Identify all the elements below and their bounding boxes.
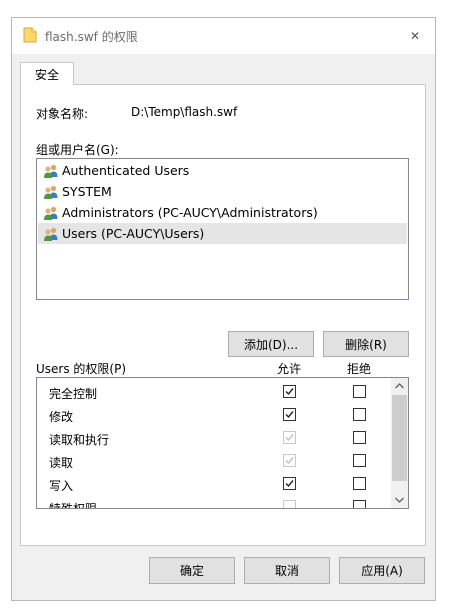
user-group-icon [44,185,58,199]
object-name-value: D:\Temp\flash.swf [131,105,238,119]
permission-row: 写入 [37,473,392,495]
permission-row: 完全控制 [37,381,392,403]
user-item-label: SYSTEM [62,184,112,199]
object-name-label: 对象名称: [36,107,89,121]
scroll-up-arrow[interactable] [391,378,408,394]
permissions-label: Users 的权限(P) [36,362,127,376]
apply-button-label: 应用(A) [361,564,403,578]
user-item-label: Administrators (PC-AUCY\Administrators) [62,205,318,220]
user-item-label: Users (PC-AUCY\Users) [62,226,205,241]
close-icon: ✕ [409,29,421,43]
file-icon [23,27,37,43]
add-button-label: 添加(D)... [243,337,299,352]
apply-button[interactable]: 应用(A) [339,557,425,584]
permission-name: 特殊权限 [49,502,98,509]
permission-name: 读取和执行 [49,433,110,447]
deny-checkbox[interactable] [353,454,366,467]
scrollbar-thumb[interactable] [392,395,407,481]
permissions-list[interactable]: 完全控制修改读取和执行读取写入特殊权限 [36,377,409,509]
deny-checkbox[interactable] [353,500,366,508]
ok-button[interactable]: 确定 [149,557,235,584]
remove-button[interactable]: 删除(R) [323,331,409,357]
permission-name: 写入 [49,479,74,493]
permission-name: 修改 [49,410,74,424]
title-bar[interactable]: flash.swf 的权限 ✕ [12,18,435,54]
allow-checkbox [283,454,296,467]
permission-name: 读取 [49,456,74,470]
user-group-icon [44,227,58,241]
add-button[interactable]: 添加(D)... [228,331,314,357]
user-group-icon [44,206,58,220]
permission-row: 特殊权限 [37,496,392,509]
allow-checkbox [283,500,296,508]
security-panel: 对象名称: D:\Temp\flash.swf 组或用户名(G): Authen… [20,84,426,546]
deny-checkbox[interactable] [353,408,366,421]
chevron-down-icon [395,497,404,503]
ok-button-label: 确定 [179,564,204,578]
user-list[interactable]: Authenticated Users SYSTEM Administrator… [36,158,409,300]
scroll-down-arrow[interactable] [391,492,408,508]
permissions-dialog: flash.swf 的权限 ✕ 安全 对象名称: D:\Temp\flash.s… [11,17,436,601]
window-title: flash.swf 的权限 [45,30,138,44]
user-item[interactable]: SYSTEM [38,181,407,202]
cancel-button[interactable]: 取消 [244,557,330,584]
permission-name: 完全控制 [49,387,98,401]
allow-checkbox[interactable] [283,385,296,398]
permission-row: 读取 [37,450,392,472]
groups-label: 组或用户名(G): [36,143,119,157]
permission-row: 修改 [37,404,392,426]
tab-security[interactable]: 安全 [20,62,74,85]
user-group-icon [44,164,58,178]
deny-checkbox[interactable] [353,385,366,398]
remove-button-label: 删除(R) [345,337,387,352]
cancel-button-label: 取消 [274,564,299,578]
user-item-label: Authenticated Users [62,163,190,178]
close-button[interactable]: ✕ [395,18,435,54]
permission-row: 读取和执行 [37,427,392,449]
deny-header: 拒绝 [347,362,372,376]
user-item[interactable]: Administrators (PC-AUCY\Administrators) [38,202,407,223]
allow-header: 允许 [277,362,302,376]
chevron-up-icon [395,383,404,389]
allow-checkbox[interactable] [283,408,296,421]
deny-checkbox[interactable] [353,431,366,444]
user-item[interactable]: Authenticated Users [38,160,407,181]
allow-checkbox [283,431,296,444]
allow-checkbox[interactable] [283,477,296,490]
deny-checkbox[interactable] [353,477,366,490]
user-item-selected[interactable]: Users (PC-AUCY\Users) [38,223,407,244]
tab-security-label: 安全 [34,67,59,82]
vertical-scrollbar[interactable] [391,378,408,508]
